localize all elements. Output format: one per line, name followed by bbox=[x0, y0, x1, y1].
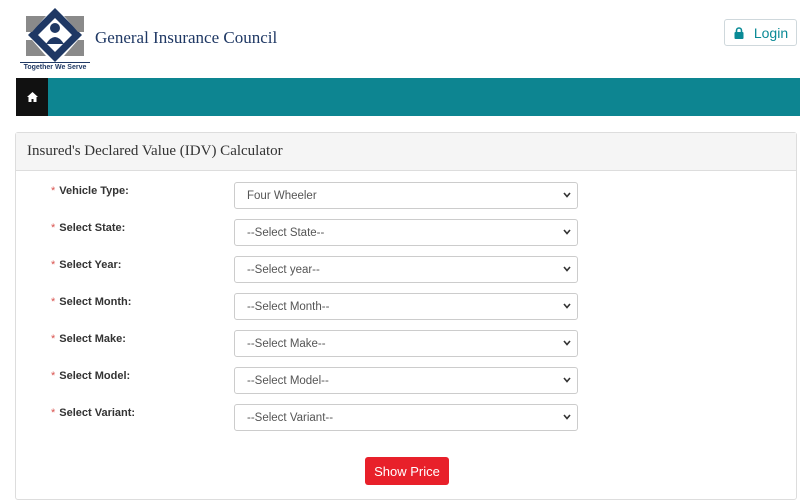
site-header: Together We Serve General Insurance Coun… bbox=[0, 0, 800, 78]
variant-row: * Select Variant: --Select Variant-- bbox=[16, 404, 796, 433]
required-marker: * bbox=[51, 185, 56, 197]
logo-tagline: Together We Serve bbox=[20, 62, 90, 71]
required-marker: * bbox=[51, 407, 56, 419]
idv-calculator-panel: Insured's Declared Value (IDV) Calculato… bbox=[15, 132, 797, 500]
state-row: * Select State: --Select State-- bbox=[16, 219, 796, 248]
required-marker: * bbox=[51, 259, 56, 271]
variant-select[interactable]: --Select Variant-- bbox=[234, 404, 578, 431]
required-marker: * bbox=[51, 370, 56, 382]
org-name: General Insurance Council bbox=[95, 28, 278, 47]
logo-emblem-icon bbox=[26, 8, 84, 62]
year-row: * Select Year: --Select year-- bbox=[16, 256, 796, 285]
month-label: * Select Month: bbox=[51, 296, 132, 308]
required-marker: * bbox=[51, 222, 56, 234]
chevron-down-icon bbox=[563, 192, 571, 198]
state-select[interactable]: --Select State-- bbox=[234, 219, 578, 246]
home-button[interactable] bbox=[16, 78, 48, 116]
make-row: * Select Make: --Select Make-- bbox=[16, 330, 796, 359]
login-label: Login bbox=[753, 24, 789, 41]
year-label: * Select Year: bbox=[51, 259, 122, 271]
vehicle-type-row: * Vehicle Type: Four Wheeler bbox=[16, 182, 796, 211]
chevron-down-icon bbox=[563, 414, 571, 420]
show-price-button[interactable]: Show Price bbox=[365, 457, 449, 485]
state-label: * Select State: bbox=[51, 222, 126, 234]
model-row: * Select Model: --Select Model-- bbox=[16, 367, 796, 396]
gic-logo[interactable]: Together We Serve bbox=[20, 6, 92, 71]
panel-title: Insured's Declared Value (IDV) Calculato… bbox=[16, 133, 796, 171]
chevron-down-icon bbox=[563, 266, 571, 272]
model-select[interactable]: --Select Model-- bbox=[234, 367, 578, 394]
lock-icon bbox=[733, 26, 745, 39]
home-icon bbox=[26, 92, 38, 102]
required-marker: * bbox=[51, 333, 56, 345]
model-label: * Select Model: bbox=[51, 370, 131, 382]
required-marker: * bbox=[51, 296, 56, 308]
year-select[interactable]: --Select year-- bbox=[234, 256, 578, 283]
main-navbar bbox=[16, 78, 800, 116]
chevron-down-icon bbox=[563, 303, 571, 309]
chevron-down-icon bbox=[563, 340, 571, 346]
vehicle-type-label: * Vehicle Type: bbox=[51, 185, 129, 197]
login-button[interactable]: Login bbox=[724, 19, 797, 46]
vehicle-type-select[interactable]: Four Wheeler bbox=[234, 182, 578, 209]
make-label: * Select Make: bbox=[51, 333, 126, 345]
variant-label: * Select Variant: bbox=[51, 407, 136, 419]
chevron-down-icon bbox=[563, 377, 571, 383]
make-select[interactable]: --Select Make-- bbox=[234, 330, 578, 357]
month-row: * Select Month: --Select Month-- bbox=[16, 293, 796, 322]
chevron-down-icon bbox=[563, 229, 571, 235]
month-select[interactable]: --Select Month-- bbox=[234, 293, 578, 320]
